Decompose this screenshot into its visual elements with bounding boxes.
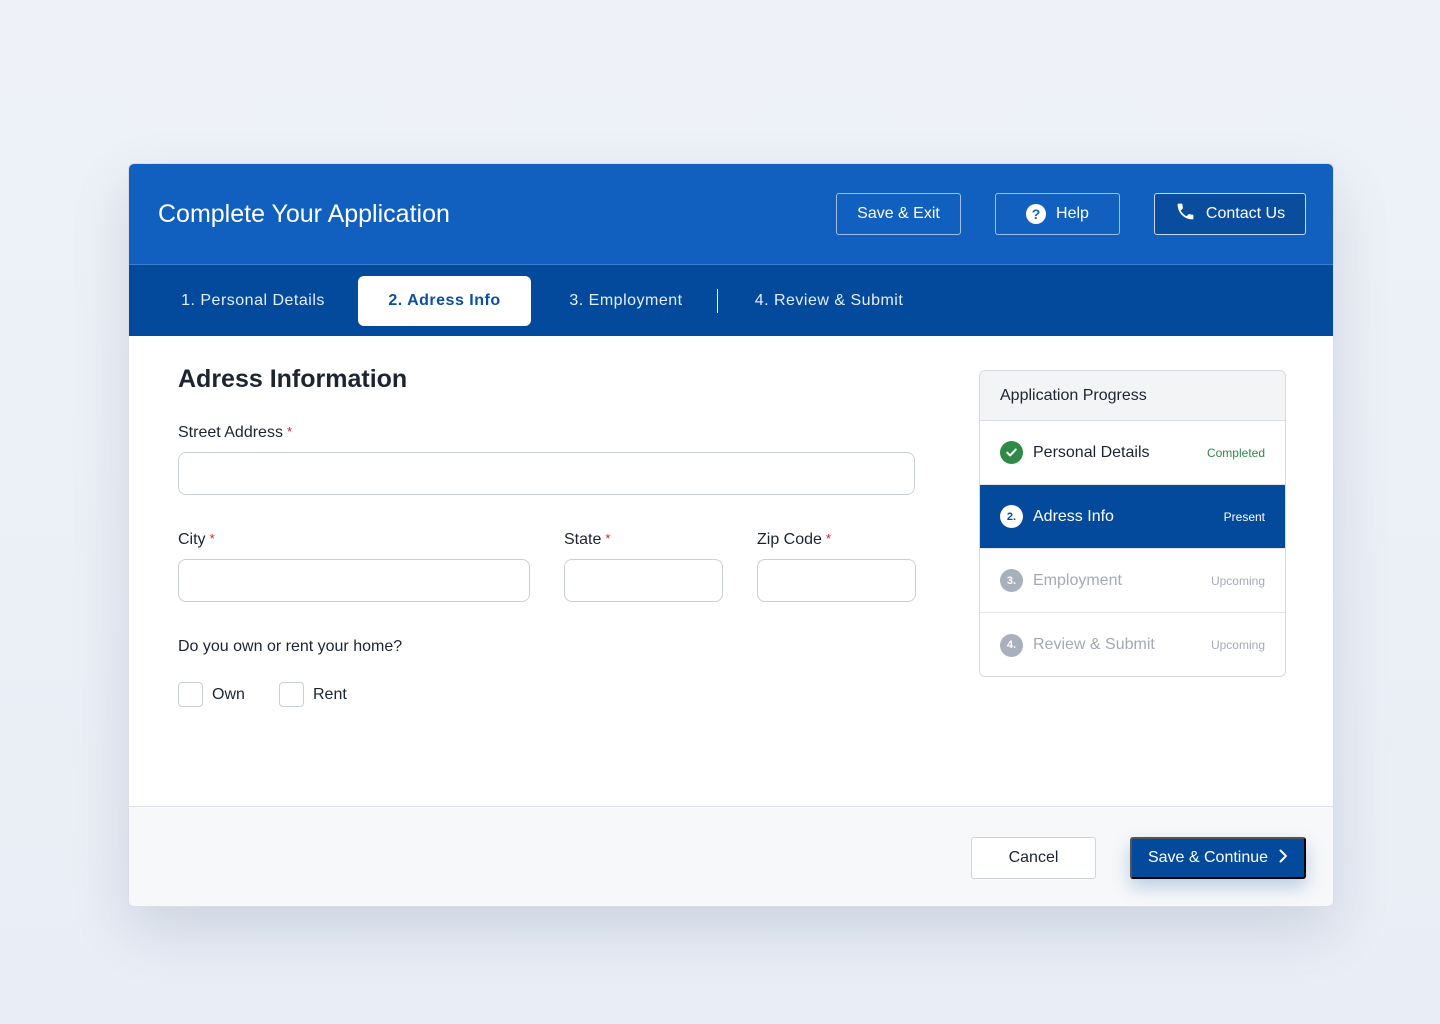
progress-step-personal-details[interactable]: Personal Details Completed	[980, 421, 1285, 485]
rent-checkbox[interactable]	[279, 682, 304, 707]
step-number-badge: 4.	[1000, 633, 1023, 657]
tab-employment[interactable]: 3. Employment	[549, 276, 703, 326]
application-progress-panel: Application Progress Personal Details Co…	[979, 370, 1286, 677]
city-input[interactable]	[178, 559, 530, 602]
progress-title: Application Progress	[980, 371, 1285, 421]
contact-us-label: Contact Us	[1205, 205, 1286, 222]
section-title: Adress Information	[178, 365, 408, 393]
required-marker: *	[286, 424, 293, 439]
city-label-text: City	[178, 531, 206, 548]
own-option[interactable]: Own	[178, 682, 245, 707]
city-label: City *	[178, 531, 215, 549]
step-tabs: 1. Personal Details 2. Adress Info 3. Em…	[129, 265, 1333, 336]
tab-personal-details[interactable]: 1. Personal Details	[157, 276, 349, 326]
cancel-button[interactable]: Cancel	[971, 837, 1096, 879]
state-label-text: State	[564, 531, 602, 548]
progress-step-name: Review & Submit	[1033, 636, 1155, 653]
progress-step-review-submit[interactable]: 4. Review & Submit Upcoming	[980, 613, 1285, 676]
modal-footer: Cancel Save & Continue	[129, 806, 1333, 906]
help-label: Help	[1056, 205, 1089, 222]
street-address-input[interactable]	[178, 452, 915, 495]
zip-code-label-text: Zip Code	[757, 531, 822, 548]
progress-step-name: Personal Details	[1033, 443, 1150, 461]
required-marker: *	[605, 531, 611, 546]
application-modal: Complete Your Application Save & Exit ? …	[128, 163, 1334, 907]
progress-step-status: Present	[1223, 509, 1265, 524]
progress-step-adress-info[interactable]: 2. Adress Info Present	[980, 485, 1285, 549]
progress-step-employment[interactable]: 3. Employment Upcoming	[980, 549, 1285, 613]
chevron-right-icon	[1278, 849, 1288, 868]
tab-review-submit[interactable]: 4. Review & Submit	[739, 276, 919, 326]
ownership-question: Do you own or rent your home?	[178, 638, 403, 655]
zip-code-label: Zip Code *	[757, 531, 831, 549]
progress-step-status: Upcoming	[1210, 573, 1265, 588]
page-title: Complete Your Application	[158, 200, 450, 228]
modal-header: Complete Your Application Save & Exit ? …	[129, 164, 1333, 265]
street-address-label-text: Street Address	[178, 424, 283, 441]
step-number-badge: 2.	[1000, 505, 1023, 528]
progress-step-status: Completed	[1206, 445, 1265, 460]
own-checkbox[interactable]	[178, 682, 203, 707]
contact-us-button[interactable]: Contact Us	[1154, 193, 1306, 235]
street-address-label: Street Address *	[178, 424, 292, 442]
progress-step-status: Upcoming	[1210, 638, 1265, 652]
zip-code-input[interactable]	[757, 559, 916, 602]
check-circle-icon	[1000, 441, 1023, 464]
tab-adress-info[interactable]: 2. Adress Info	[358, 276, 531, 326]
save-exit-button[interactable]: Save & Exit	[836, 193, 961, 235]
required-marker: *	[825, 531, 831, 546]
state-label: State *	[564, 531, 610, 549]
cancel-label: Cancel	[1008, 849, 1059, 866]
progress-step-name: Employment	[1033, 571, 1122, 589]
step-number-badge: 3.	[1000, 569, 1023, 592]
rent-label: Rent	[313, 685, 347, 703]
save-exit-label: Save & Exit	[857, 205, 940, 222]
required-marker: *	[209, 531, 215, 546]
save-continue-label: Save & Continue	[1147, 849, 1269, 866]
state-input[interactable]	[564, 559, 723, 602]
phone-icon	[1175, 201, 1196, 227]
tab-divider	[717, 289, 718, 313]
rent-option[interactable]: Rent	[279, 682, 347, 707]
question-circle-icon: ?	[1026, 204, 1047, 224]
save-continue-button[interactable]: Save & Continue	[1130, 837, 1306, 879]
progress-step-name: Adress Info	[1033, 507, 1114, 525]
own-label: Own	[212, 685, 245, 703]
help-button[interactable]: ? Help	[995, 193, 1120, 235]
